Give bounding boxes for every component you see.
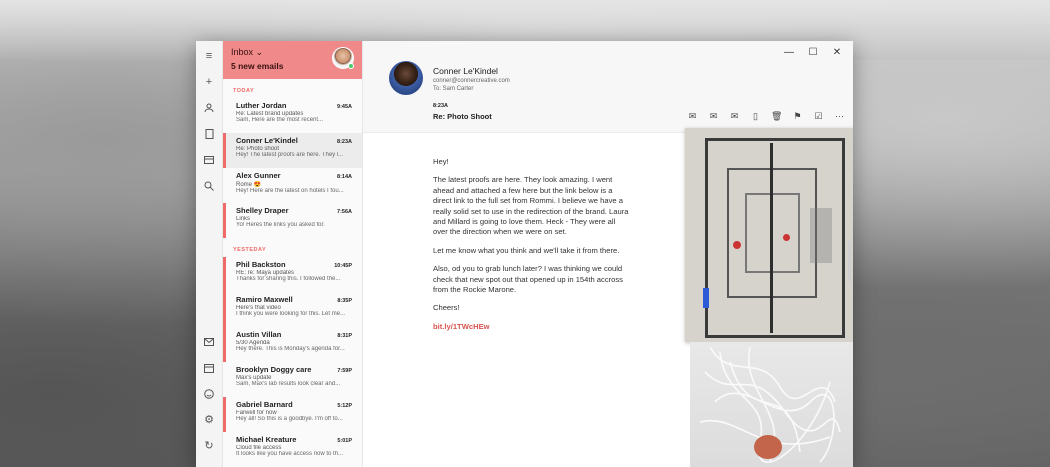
body-paragraph: Hey! xyxy=(433,157,449,166)
refresh-icon[interactable]: ↻ xyxy=(202,439,216,453)
inbox-header: Inbox ⌄ 5 new emails xyxy=(223,41,362,79)
mark-done-icon[interactable]: ☑ xyxy=(813,111,824,122)
attachment-photo-doorway[interactable] xyxy=(685,128,853,342)
message-time: 8:23A xyxy=(337,139,352,145)
minimize-button[interactable]: — xyxy=(783,47,795,58)
message-time: 9:45A xyxy=(337,104,352,110)
sender-avatar xyxy=(389,61,423,95)
message-subject: Re: Photo Shoot xyxy=(433,112,492,121)
attachment-photo-sculpture[interactable] xyxy=(690,342,853,467)
message-time: 7:59P xyxy=(337,368,352,374)
person-icon[interactable] xyxy=(202,101,216,115)
calendar-icon[interactable] xyxy=(202,361,216,375)
message-subject: Rome 😍 xyxy=(236,182,262,188)
message-body: Hey! The latest proofs are here. They lo… xyxy=(433,157,629,340)
list-item[interactable]: Ramiro Maxwell 8:35P Here's that video I … xyxy=(223,292,362,327)
message-time: 8:35P xyxy=(337,298,352,304)
message-time: 8:23A xyxy=(433,103,448,109)
maximize-button[interactable]: ☐ xyxy=(807,47,819,58)
body-paragraph: The latest proofs are here. They look am… xyxy=(433,175,629,237)
reply-icon[interactable]: ✉ xyxy=(687,111,698,122)
sender-name: Luther Jordan xyxy=(236,101,287,110)
card-icon[interactable] xyxy=(202,153,216,167)
section-label-today: TODAY xyxy=(233,88,255,94)
message-time: 10:45P xyxy=(334,263,352,269)
close-button[interactable]: ✕ xyxy=(831,47,843,58)
list-item[interactable]: Phil Backston 10:45P RE: re: Maya updates… xyxy=(223,257,362,292)
delete-icon[interactable]: 🗑 xyxy=(771,111,782,122)
message-toolbar: ✉ ✉ ✉ ▯ 🗑 ⚑ ☑ ··· xyxy=(687,111,845,122)
list-item[interactable]: Austin Villan 8:31P 5/30 Agenda Hey there… xyxy=(223,327,362,362)
sender-name: Austin Villan xyxy=(236,330,282,339)
sender-name: Michael Kreature xyxy=(236,435,297,444)
nav-rail: ≡ + ⚙ ↻ xyxy=(196,41,223,467)
sender-name: Alex Gunner xyxy=(236,171,281,180)
sender-info: Conner Le'Kindel conner@connercreative.c… xyxy=(433,66,510,92)
more-icon[interactable]: ··· xyxy=(834,111,845,122)
message-preview: It looks like you have access now to th.… xyxy=(236,451,344,457)
message-meta: 8:23A Re: Photo Shoot xyxy=(433,103,492,121)
online-status-dot xyxy=(348,63,354,69)
mail-app-window: ≡ + ⚙ ↻ Inbox ⌄ 5 new emails TODAY Luthe… xyxy=(196,41,853,467)
message-time: 5:12P xyxy=(337,403,352,409)
message-time: 5:01P xyxy=(337,438,352,444)
window-controls: — ☐ ✕ xyxy=(783,47,843,58)
sender-name: Conner Le'Kindel xyxy=(433,66,498,76)
message-time: 8:14A xyxy=(337,174,352,180)
search-icon[interactable] xyxy=(202,179,216,193)
plus-icon[interactable]: + xyxy=(202,75,216,89)
message-preview: Hey! Here are the latest on hotels I fou… xyxy=(236,188,344,194)
flag-icon[interactable]: ⚑ xyxy=(792,111,803,122)
menu-icon[interactable]: ≡ xyxy=(202,49,216,63)
sender-email[interactable]: conner@connercreative.com xyxy=(433,78,510,84)
message-preview: Thanks for sharing this. I followed the.… xyxy=(236,276,341,282)
reading-pane: — ☐ ✕ Conner Le'Kindel conner@connercrea… xyxy=(363,41,853,467)
recipient: To: Sam Carter xyxy=(433,86,474,92)
sender-name: Brooklyn Doggy care xyxy=(236,365,312,374)
body-paragraph: Cheers! xyxy=(433,303,460,313)
shared-link[interactable]: bit.ly/1TWcHEw xyxy=(433,322,490,331)
sender-name: Ramiro Maxwell xyxy=(236,295,293,304)
sender-name: Shelley Draper xyxy=(236,206,289,215)
mail-icon[interactable] xyxy=(202,335,216,349)
body-paragraph: Also, od you to grab lunch later? I was … xyxy=(433,264,623,295)
message-preview: Sam, Max's lab results look clear and... xyxy=(236,381,341,387)
section-label-yesterday: YESTEDAY xyxy=(233,247,267,253)
list-item[interactable]: Shelley Draper 7:56A Links Yo! Heres the … xyxy=(223,203,362,238)
settings-icon[interactable]: ⚙ xyxy=(202,413,216,427)
document-icon[interactable] xyxy=(202,127,216,141)
list-item[interactable]: Alex Gunner 8:14A Rome 😍 Hey! Here are th… xyxy=(223,168,362,203)
message-preview: Hey all! So this is a goodbye. I'm off t… xyxy=(236,416,343,422)
list-item[interactable]: Luther Jordan 9:45A Re: Latest brand upda… xyxy=(223,98,362,133)
message-preview: I think you were looking for this. Let m… xyxy=(236,311,346,317)
message-list: Inbox ⌄ 5 new emails TODAY Luther Jordan… xyxy=(223,41,363,467)
message-preview: Yo! Heres the links you asked for. xyxy=(236,222,325,228)
emoji-icon[interactable] xyxy=(202,387,216,401)
avatar[interactable] xyxy=(332,47,354,69)
sender-name: Gabriel Barnard xyxy=(236,400,293,409)
list-item[interactable]: Michael Kreature 5:01P Cloud file access … xyxy=(223,432,362,467)
list-item[interactable]: Conner Le'Kindel 8:23A Re: Photo shoot He… xyxy=(223,133,362,168)
sender-name: Conner Le'Kindel xyxy=(236,136,298,145)
list-item[interactable]: Gabriel Barnard 5:12P Farwell for now Hey… xyxy=(223,397,362,432)
sender-name: Phil Backston xyxy=(236,260,286,269)
message-time: 8:31P xyxy=(337,333,352,339)
reply-all-icon[interactable]: ✉ xyxy=(708,111,719,122)
message-preview: Hey there. This is Monday's agenda for..… xyxy=(236,346,345,352)
message-time: 7:56A xyxy=(337,209,352,215)
message-header: — ☐ ✕ Conner Le'Kindel conner@connercrea… xyxy=(363,41,853,133)
list-item[interactable]: Brooklyn Doggy care 7:59P Max's update Sa… xyxy=(223,362,362,397)
body-paragraph: Let me know what you think and we'll tak… xyxy=(433,245,620,255)
forward-icon[interactable]: ✉ xyxy=(729,111,740,122)
message-preview: Sam, Here are the most recent... xyxy=(236,117,324,123)
archive-icon[interactable]: ▯ xyxy=(750,111,761,122)
message-preview: Hey! The latest proofs are here. They l.… xyxy=(236,152,344,158)
scrollbar[interactable] xyxy=(848,241,851,281)
